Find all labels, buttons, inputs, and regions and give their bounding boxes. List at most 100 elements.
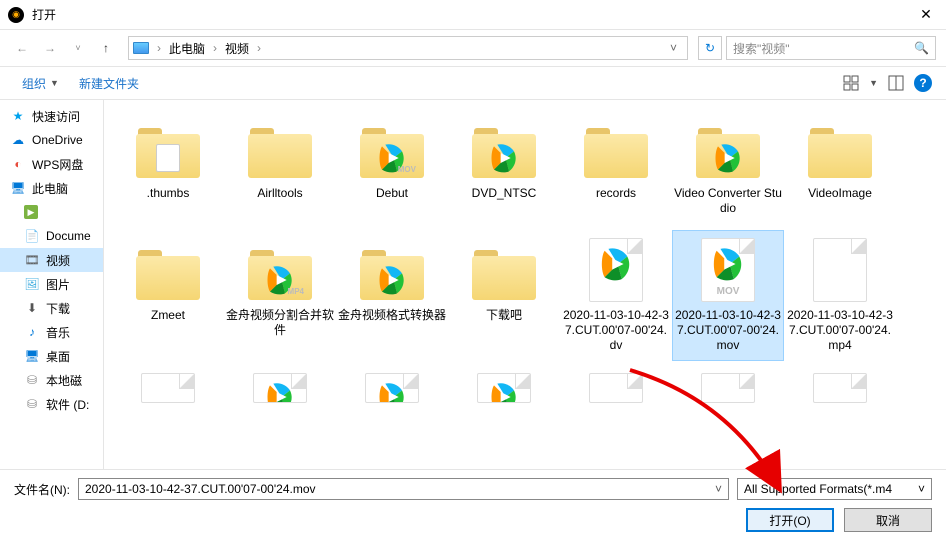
- sidebar-item-桌面[interactable]: 🖥桌面: [0, 344, 103, 368]
- breadcrumb[interactable]: › 此电脑 › 视频 › ˅: [128, 36, 688, 60]
- file-label: 2020-11-03-10-42-37.CUT.00'07-00'24.dv: [562, 308, 670, 353]
- window-title: 打开: [32, 6, 56, 23]
- breadcrumb-dropdown[interactable]: ˅: [664, 41, 683, 55]
- file-label: DVD_NTSC: [472, 186, 537, 201]
- back-button[interactable]: ←: [10, 36, 34, 60]
- file-thumb: [132, 114, 204, 182]
- file-item[interactable]: [336, 367, 448, 407]
- file-item[interactable]: MOVDebut: [336, 108, 448, 224]
- open-button[interactable]: 打开(O): [746, 508, 834, 532]
- sidebar-item-音乐[interactable]: ♪音乐: [0, 320, 103, 344]
- nav-row: ← → ˅ ↑ › 此电脑 › 视频 › ˅ ↻ 搜索"视频" 🔍: [0, 30, 946, 66]
- filetype-select[interactable]: All Supported Formats(*.m4 ˅: [737, 478, 932, 500]
- file-thumb: [132, 373, 204, 403]
- bottom-panel: 文件名(N): 2020-11-03-10-42-37.CUT.00'07-00…: [0, 469, 946, 533]
- sidebar-item-sub[interactable]: ▶: [0, 200, 103, 224]
- file-item[interactable]: Video Converter Studio: [672, 108, 784, 224]
- file-item[interactable]: [784, 367, 896, 407]
- pc-icon: [133, 42, 149, 54]
- forward-button[interactable]: →: [38, 36, 62, 60]
- toolbar: 组织▼ 新建文件夹 ▼ ?: [0, 66, 946, 100]
- sidebar-item-下载[interactable]: ⬇下载: [0, 296, 103, 320]
- file-item[interactable]: [560, 367, 672, 407]
- desk-icon: 🖥: [24, 348, 40, 364]
- file-label: 金舟视频分割合并软件: [226, 308, 334, 338]
- recent-dropdown[interactable]: ˅: [66, 36, 90, 60]
- file-thumb: [356, 373, 428, 403]
- file-item[interactable]: Airlltools: [224, 108, 336, 224]
- help-button[interactable]: ?: [914, 74, 932, 92]
- green-icon: ▶: [24, 205, 38, 219]
- pc-icon: 🖥: [10, 180, 26, 196]
- view-mode-button[interactable]: [843, 75, 859, 91]
- file-label: Airlltools: [257, 186, 302, 201]
- organize-menu[interactable]: 组织▼: [14, 71, 67, 96]
- file-thumb: [692, 373, 764, 403]
- file-item[interactable]: .thumbs: [112, 108, 224, 224]
- file-item[interactable]: DVD_NTSC: [448, 108, 560, 224]
- file-label: 下载吧: [486, 308, 522, 323]
- music-icon: ♪: [24, 324, 40, 340]
- sidebar-item-视频[interactable]: 🎞视频: [0, 248, 103, 272]
- dl-icon: ⬇: [24, 300, 40, 316]
- file-item[interactable]: [448, 367, 560, 407]
- file-grid[interactable]: .thumbs Airlltools MOVDebut DVD_NTSC records…: [104, 100, 946, 469]
- wps-icon: ◐: [10, 156, 26, 172]
- file-label: 2020-11-03-10-42-37.CUT.00'07-00'24.mp4: [786, 308, 894, 353]
- file-label: 2020-11-03-10-42-37.CUT.00'07-00'24.mov: [674, 308, 782, 353]
- file-thumb: [132, 236, 204, 304]
- sidebar: ★快速访问☁OneDrive◐WPS网盘🖥此电脑 ▶ 📄Docume🎞视频🖼图片⬇下…: [0, 100, 104, 469]
- file-thumb: [468, 373, 540, 403]
- file-thumb: [244, 373, 316, 403]
- file-item[interactable]: VideoImage: [784, 108, 896, 224]
- new-folder-button[interactable]: 新建文件夹: [71, 71, 147, 96]
- sidebar-item-本地磁[interactable]: ⛁本地磁: [0, 368, 103, 392]
- breadcrumb-root[interactable]: 此电脑: [165, 38, 209, 59]
- file-item[interactable]: MP4 金舟视频分割合并软件: [224, 230, 336, 361]
- file-thumb: [468, 236, 540, 304]
- refresh-button[interactable]: ↻: [698, 36, 722, 60]
- sidebar-item-快速访问[interactable]: ★快速访问: [0, 104, 103, 128]
- file-thumb: [244, 114, 316, 182]
- file-label: records: [596, 186, 636, 201]
- filename-dropdown[interactable]: ˅: [715, 482, 722, 496]
- filetype-dropdown[interactable]: ˅: [918, 482, 925, 496]
- file-item[interactable]: records: [560, 108, 672, 224]
- file-item[interactable]: [112, 367, 224, 407]
- view-dropdown[interactable]: ▼: [869, 78, 878, 88]
- sidebar-item-软件 (D:[interactable]: ⛁软件 (D:: [0, 392, 103, 416]
- preview-pane-button[interactable]: [888, 75, 904, 91]
- cancel-button[interactable]: 取消: [844, 508, 932, 532]
- search-input[interactable]: 搜索"视频" 🔍: [726, 36, 936, 60]
- filename-input[interactable]: 2020-11-03-10-42-37.CUT.00'07-00'24.mov …: [78, 478, 729, 500]
- close-button[interactable]: ✕: [906, 0, 946, 30]
- file-item[interactable]: MOV2020-11-03-10-42-37.CUT.00'07-00'24.m…: [672, 230, 784, 361]
- search-placeholder: 搜索"视频": [733, 40, 790, 57]
- file-item[interactable]: 2020-11-03-10-42-37.CUT.00'07-00'24.mp4: [784, 230, 896, 361]
- file-thumb: [804, 373, 876, 403]
- filename-value: 2020-11-03-10-42-37.CUT.00'07-00'24.mov: [85, 482, 316, 496]
- sidebar-item-WPS网盘[interactable]: ◐WPS网盘: [0, 152, 103, 176]
- file-thumb: [580, 236, 652, 304]
- sidebar-item-Docume[interactable]: 📄Docume: [0, 224, 103, 248]
- sidebar-item-此电脑[interactable]: 🖥此电脑: [0, 176, 103, 200]
- cloud-icon: ☁: [10, 132, 26, 148]
- breadcrumb-current[interactable]: 视频: [221, 38, 253, 59]
- file-item[interactable]: 金舟视频格式转换器: [336, 230, 448, 361]
- up-button[interactable]: ↑: [94, 36, 118, 60]
- file-item[interactable]: [224, 367, 336, 407]
- file-thumb: MOV: [356, 114, 428, 182]
- file-item[interactable]: 下载吧: [448, 230, 560, 361]
- sidebar-item-OneDrive[interactable]: ☁OneDrive: [0, 128, 103, 152]
- vid-icon: 🎞: [24, 252, 40, 268]
- file-item[interactable]: 2020-11-03-10-42-37.CUT.00'07-00'24.dv: [560, 230, 672, 361]
- file-thumb: MP4: [244, 236, 316, 304]
- file-item[interactable]: Zmeet: [112, 230, 224, 361]
- chevron-right-icon: ›: [253, 41, 265, 55]
- disk-icon: ⛁: [24, 372, 40, 388]
- main-area: ★快速访问☁OneDrive◐WPS网盘🖥此电脑▶📄Docume🎞视频🖼图片⬇下…: [0, 100, 946, 469]
- chevron-right-icon: ›: [153, 41, 165, 55]
- doc-icon: 📄: [24, 228, 40, 244]
- sidebar-item-图片[interactable]: 🖼图片: [0, 272, 103, 296]
- file-item[interactable]: [672, 367, 784, 407]
